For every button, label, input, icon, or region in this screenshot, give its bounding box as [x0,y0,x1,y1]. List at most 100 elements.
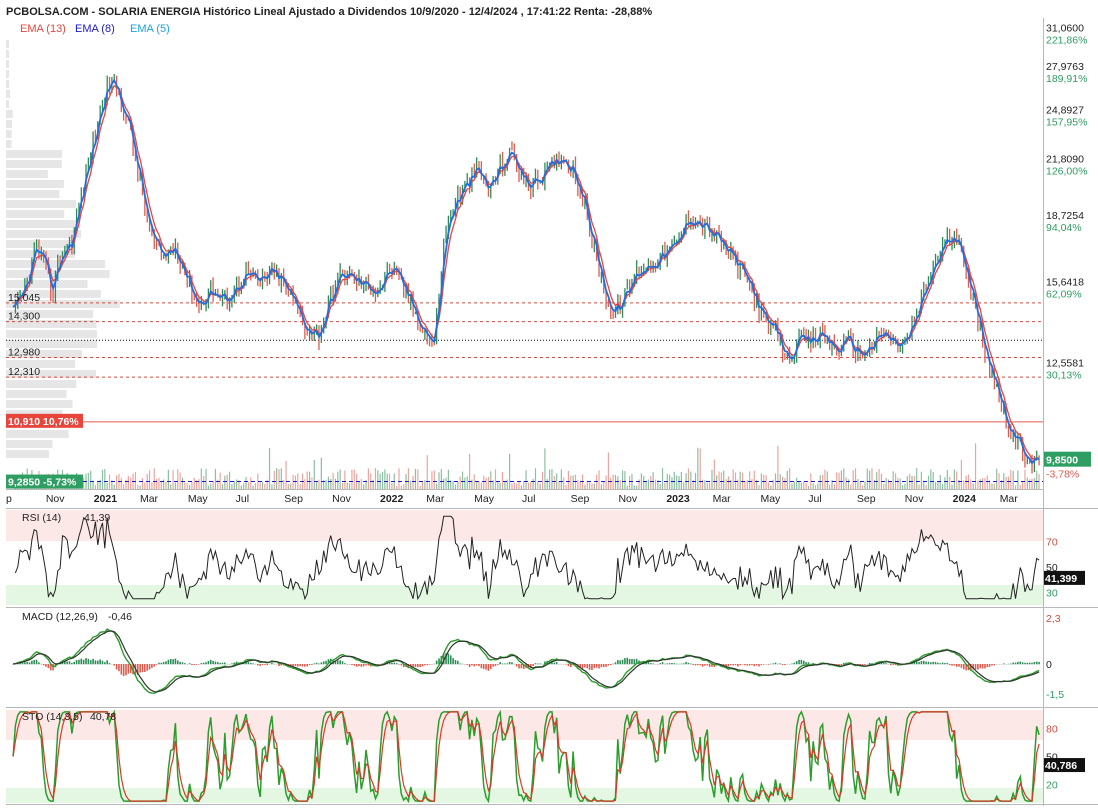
macd-tick-label: 0 [1046,659,1052,671]
volume-bar [461,471,464,489]
rsi-tick-label: 70 [1046,537,1058,549]
volume-bar [840,470,843,489]
macd-hist-bar [737,664,739,667]
macd-hist-bar [937,662,939,665]
volume-profile-bar [6,210,65,218]
volume-bar [287,483,289,489]
volume-bar [753,470,755,489]
volume-profile-bar [6,150,62,158]
volume-bar [734,472,737,489]
volume-bar [440,468,442,489]
macd-hist-bar [28,662,31,665]
macd-hist-bar [565,664,567,665]
macd-hist-bar [365,664,367,666]
volume-bar [607,452,610,489]
macd-hist-bar [33,659,36,665]
level-label: 12,310 [8,366,40,378]
volume-bar [687,468,690,489]
macd-hist-bar [125,664,127,676]
macd-hist-bar [918,662,920,665]
macd-value: -0,46 [108,611,132,623]
volume-bar [478,481,480,489]
volume-bar [570,475,572,489]
macd-hist-bar [358,664,360,667]
macd-hist-bar [318,663,320,665]
volume-bar [572,475,574,489]
macd-hist-bar [351,664,353,665]
macd-hist-bar [944,663,946,665]
macd-hist-bar [466,664,469,665]
volume-bar [685,473,687,489]
volume-bar [516,483,518,489]
macd-hist-bar [518,664,520,669]
volume-bar [532,478,534,489]
macd-hist-bar [755,664,758,666]
macd-hist-bar [40,663,43,665]
volume-bar [833,483,835,489]
macd-hist-bar [534,663,537,665]
macd-hist-bar [47,664,50,669]
volume-bar [993,483,995,489]
macd-hist-bar [337,660,339,665]
volume-bar [278,469,280,489]
macd-hist-bar [930,662,932,665]
x-tick-label: Nov [332,493,351,505]
volume-profile-bar [6,120,12,128]
volume-bar [271,484,273,489]
macd-hist-bar [104,662,106,665]
volume-bar [283,479,285,489]
volume-profile-bar [6,180,64,188]
price-tick-pct: 30,13% [1046,370,1082,382]
macd-hist-bar [174,658,177,665]
volume-bar [654,479,657,489]
macd-hist-bar [297,664,299,667]
volume-bar [720,472,722,489]
macd-hist-bar [979,664,982,669]
volume-bar [836,472,838,489]
volume-bar [605,475,607,489]
macd-hist-bar [758,664,760,667]
volume-bar [198,479,200,489]
volume-bar [765,475,767,489]
macd-hist-bar [259,664,261,666]
volume-bar [899,478,901,489]
macd-hist-bar [649,663,652,665]
volume-bar [468,453,471,489]
volume-bar [313,460,315,489]
macd-hist-bar [922,660,925,665]
volume-bar [188,484,191,489]
macd-hist-bar [779,663,782,665]
volume-profile-bar [6,200,77,208]
volume-bar [421,481,424,489]
macd-hist-bar [393,662,396,665]
volume-bar [438,472,440,489]
volume-bar [901,485,904,489]
macd-hist-bar [165,661,167,665]
macd-hist-bar [708,664,711,667]
volume-bar [497,481,499,489]
volume-bar [819,475,821,489]
macd-hist-bar [659,663,662,665]
macd-hist-bar [706,664,709,666]
volume-bar [320,457,322,489]
stock-chart: PCBOLSA.COM - SOLARIA ENERGIA Histórico … [0,0,1098,812]
volume-bar [852,470,854,489]
macd-hist-bar [306,664,309,667]
volume-profile-bar [6,90,11,98]
volume-bar [1007,476,1010,489]
volume-bar [158,478,160,489]
volume-bar [784,478,786,489]
macd-hist-bar [172,659,174,665]
volume-profile-bar [6,70,9,78]
macd-hist-bar [85,658,87,665]
macd-hist-bar [661,662,664,665]
macd-hist-bar [459,663,461,665]
volume-bar [659,483,661,489]
volume-bar [191,481,193,489]
macd-hist-bar [26,661,28,665]
macd-hist-bar [155,664,158,665]
volume-bar [826,471,828,489]
macd-hist-bar [810,663,812,665]
macd-hist-bar [675,663,678,665]
volume-profile-bar [6,220,80,228]
